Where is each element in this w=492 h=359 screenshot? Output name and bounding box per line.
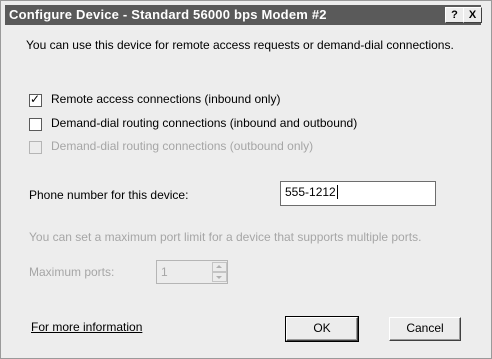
help-button[interactable]: ? [445,7,464,23]
configure-device-dialog: Configure Device - Standard 56000 bps Mo… [0,0,492,359]
cancel-button[interactable]: Cancel [389,317,461,341]
maximum-ports-label: Maximum ports: [29,265,115,279]
port-limit-hint: You can set a maximum port limit for a d… [29,230,422,244]
ok-button[interactable]: OK [285,316,359,342]
spinner-up-icon [212,262,227,272]
window-title: Configure Device - Standard 56000 bps Mo… [9,7,327,22]
more-information-link[interactable]: For more information [31,320,142,334]
remote-access-checkbox[interactable] [29,92,42,107]
phone-number-input[interactable]: 555-1212 [280,181,436,206]
phone-number-value: 555-1212 [285,185,336,199]
demand-dial-inbound-outbound-checkbox[interactable] [29,118,42,131]
remote-access-label[interactable]: Remote access connections (inbound only) [51,92,280,106]
close-button[interactable]: X [463,7,482,23]
maximum-ports-spinner: 1 [156,260,228,284]
maximum-ports-value: 1 [161,265,168,279]
demand-dial-outbound-checkbox [29,141,42,154]
phone-number-label: Phone number for this device: [29,188,189,202]
demand-dial-inbound-outbound-label[interactable]: Demand-dial routing connections (inbound… [51,116,357,130]
spinner-down-icon [212,272,227,282]
demand-dial-outbound-label: Demand-dial routing connections (outboun… [51,139,314,153]
title-bar[interactable]: Configure Device - Standard 56000 bps Mo… [5,5,482,25]
description-text: You can use this device for remote acces… [26,38,454,52]
text-caret [336,185,338,199]
